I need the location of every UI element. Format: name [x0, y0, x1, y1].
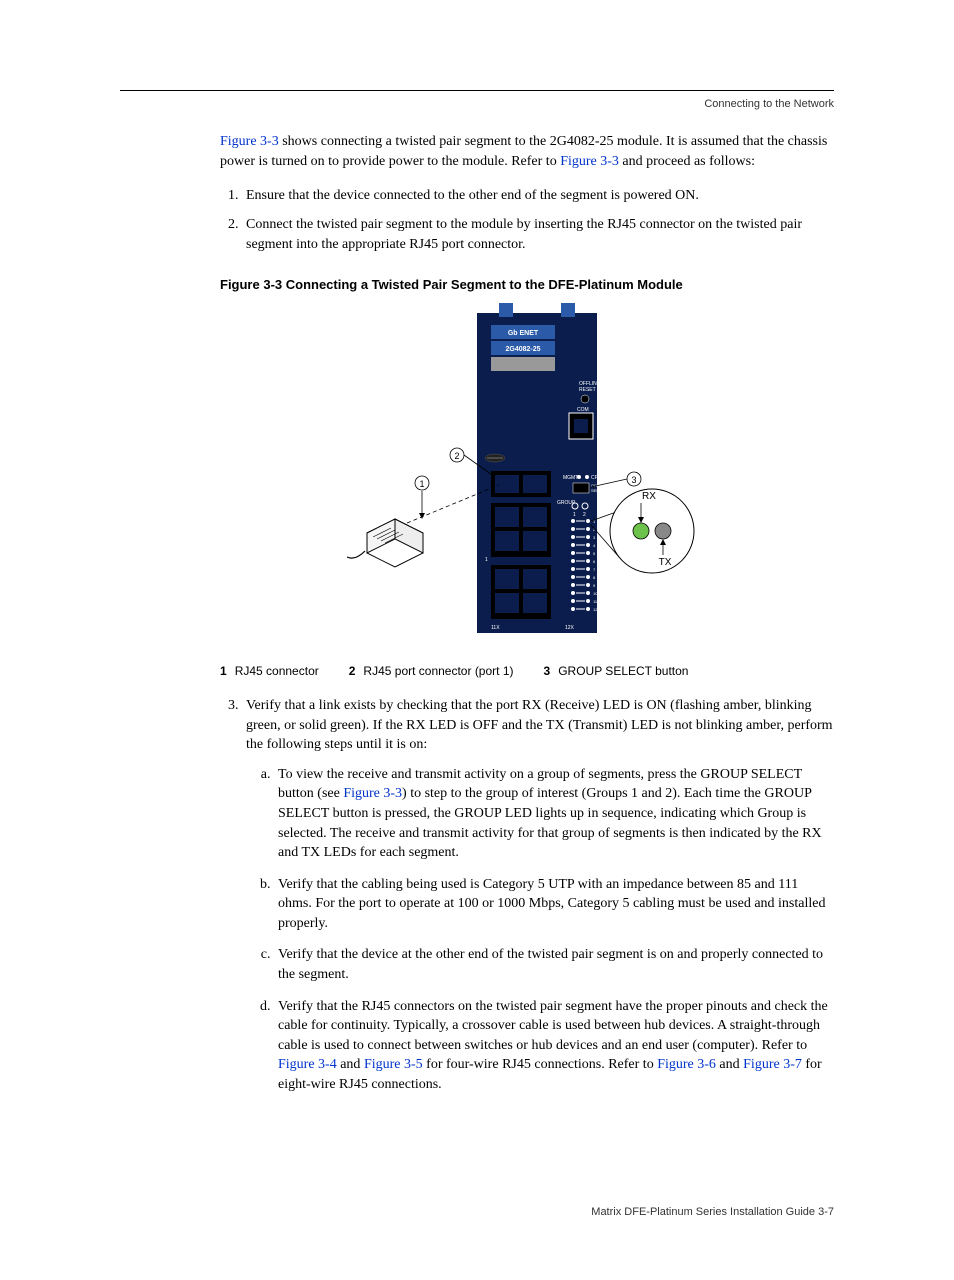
port-7	[495, 569, 519, 589]
legend-3: 3 GROUP SELECT button	[544, 663, 689, 680]
reset-label: RESET	[579, 387, 596, 393]
steps-list: Ensure that the device connected to the …	[220, 186, 834, 255]
port-8	[523, 569, 547, 589]
rj45-connector-drawing	[347, 519, 423, 567]
callout-number-2: 2	[454, 451, 459, 461]
figure-legend: 1 RJ45 connector 2 RJ45 port connector (…	[220, 663, 834, 680]
link-fig33-3[interactable]: Figure 3-3	[343, 786, 402, 801]
svg-text:10: 10	[593, 591, 598, 596]
link-fig35[interactable]: Figure 3-5	[364, 1057, 423, 1072]
header-rule	[120, 90, 834, 91]
cpu-label: CPU	[591, 475, 602, 481]
port-5	[495, 531, 519, 551]
step-2: Connect the twisted pair segment to the …	[242, 215, 834, 254]
svg-text:11: 11	[593, 599, 598, 604]
group-label-2: GROUP	[557, 500, 576, 506]
port-6	[523, 531, 547, 551]
substeps-list: To view the receive and transmit activit…	[246, 765, 834, 1095]
legend-num-3: 3	[544, 663, 551, 680]
link-fig36[interactable]: Figure 3-6	[657, 1057, 716, 1072]
legend-2: 2 RJ45 port connector (port 1)	[349, 663, 514, 680]
groupnum-2: 2	[583, 512, 586, 518]
port-marker-11x: 11X	[491, 625, 500, 631]
callout-number-3: 3	[631, 475, 636, 485]
steps-list-continued: Verify that a link exists by checking th…	[220, 696, 834, 1095]
top-tab-1	[499, 303, 513, 317]
reset-button-icon	[581, 395, 589, 403]
step-3-lead: Verify that a link exists by checking th…	[246, 698, 833, 752]
link-fig34[interactable]: Figure 3-4	[278, 1057, 337, 1072]
running-header: Connecting to the Network	[120, 97, 834, 112]
port-marker-12x: 12X	[565, 625, 575, 631]
rx-led-icon	[633, 523, 649, 539]
port-3	[495, 507, 519, 527]
link-fig33-2[interactable]: Figure 3-3	[560, 154, 619, 169]
legend-text-3: GROUP SELECT button	[558, 663, 688, 680]
cpu-led	[585, 475, 589, 479]
intro-paragraph: Figure 3-3 shows connecting a twisted pa…	[220, 132, 834, 171]
link-fig37[interactable]: Figure 3-7	[743, 1057, 802, 1072]
figure-wrapper: Gb ENET 2G4082-25 OFFLINE/ RESET COM MGM…	[220, 303, 834, 650]
port-4	[523, 507, 547, 527]
gb-enet-label: Gb ENET	[508, 330, 539, 337]
legend-text-1: RJ45 connector	[235, 663, 319, 680]
callout-arrow-1	[419, 513, 425, 519]
substep-b: Verify that the cabling being used is Ca…	[274, 875, 834, 934]
substep-d-2: and	[337, 1057, 364, 1072]
figure-3-3: Gb ENET 2G4082-25 OFFLINE/ RESET COM MGM…	[347, 303, 707, 643]
port-10	[523, 593, 547, 613]
step-1: Ensure that the device connected to the …	[242, 186, 834, 206]
groupnum-1: 1	[573, 512, 576, 518]
mgmt-label: MGMT	[563, 475, 578, 481]
substep-d: Verify that the RJ45 connectors on the t…	[274, 997, 834, 1095]
port-1	[495, 475, 519, 493]
page-footer: Matrix DFE-Platinum Series Installation …	[120, 1205, 834, 1220]
tx-label: TX	[659, 557, 672, 568]
step-3: Verify that a link exists by checking th…	[242, 696, 834, 1095]
mgmt-led	[577, 475, 581, 479]
tx-led-icon	[655, 523, 671, 539]
legend-num-2: 2	[349, 663, 356, 680]
link-fig33[interactable]: Figure 3-3	[220, 134, 279, 149]
port-2	[523, 475, 547, 493]
callout-number-1: 1	[419, 479, 424, 489]
model-label: 2G4082-25	[505, 346, 540, 353]
com-label: COM	[577, 407, 589, 413]
select-label: SELECT	[591, 488, 607, 493]
intro-text-2: and proceed as follows:	[619, 154, 755, 169]
substep-d-4: and	[716, 1057, 743, 1072]
legend-text-2: RJ45 port connector (port 1)	[363, 663, 513, 680]
substep-a: To view the receive and transmit activit…	[274, 765, 834, 863]
svg-text:12: 12	[593, 607, 598, 612]
substep-c: Verify that the device at the other end …	[274, 945, 834, 984]
figure-caption: Figure 3-3 Connecting a Twisted Pair Seg…	[220, 276, 834, 294]
rx-label: RX	[642, 491, 656, 502]
com-inner	[574, 419, 588, 433]
substep-d-3: for four-wire RJ45 connections. Refer to	[423, 1057, 658, 1072]
legend-num-1: 1	[220, 663, 227, 680]
port-marker-1: 1	[485, 557, 488, 563]
group-select-button	[573, 483, 589, 493]
port-9	[495, 593, 519, 613]
top-tab-2	[561, 303, 575, 317]
gray-plate	[491, 357, 555, 371]
substep-d-1: Verify that the RJ45 connectors on the t…	[278, 999, 828, 1053]
legend-1: 1 RJ45 connector	[220, 663, 319, 680]
